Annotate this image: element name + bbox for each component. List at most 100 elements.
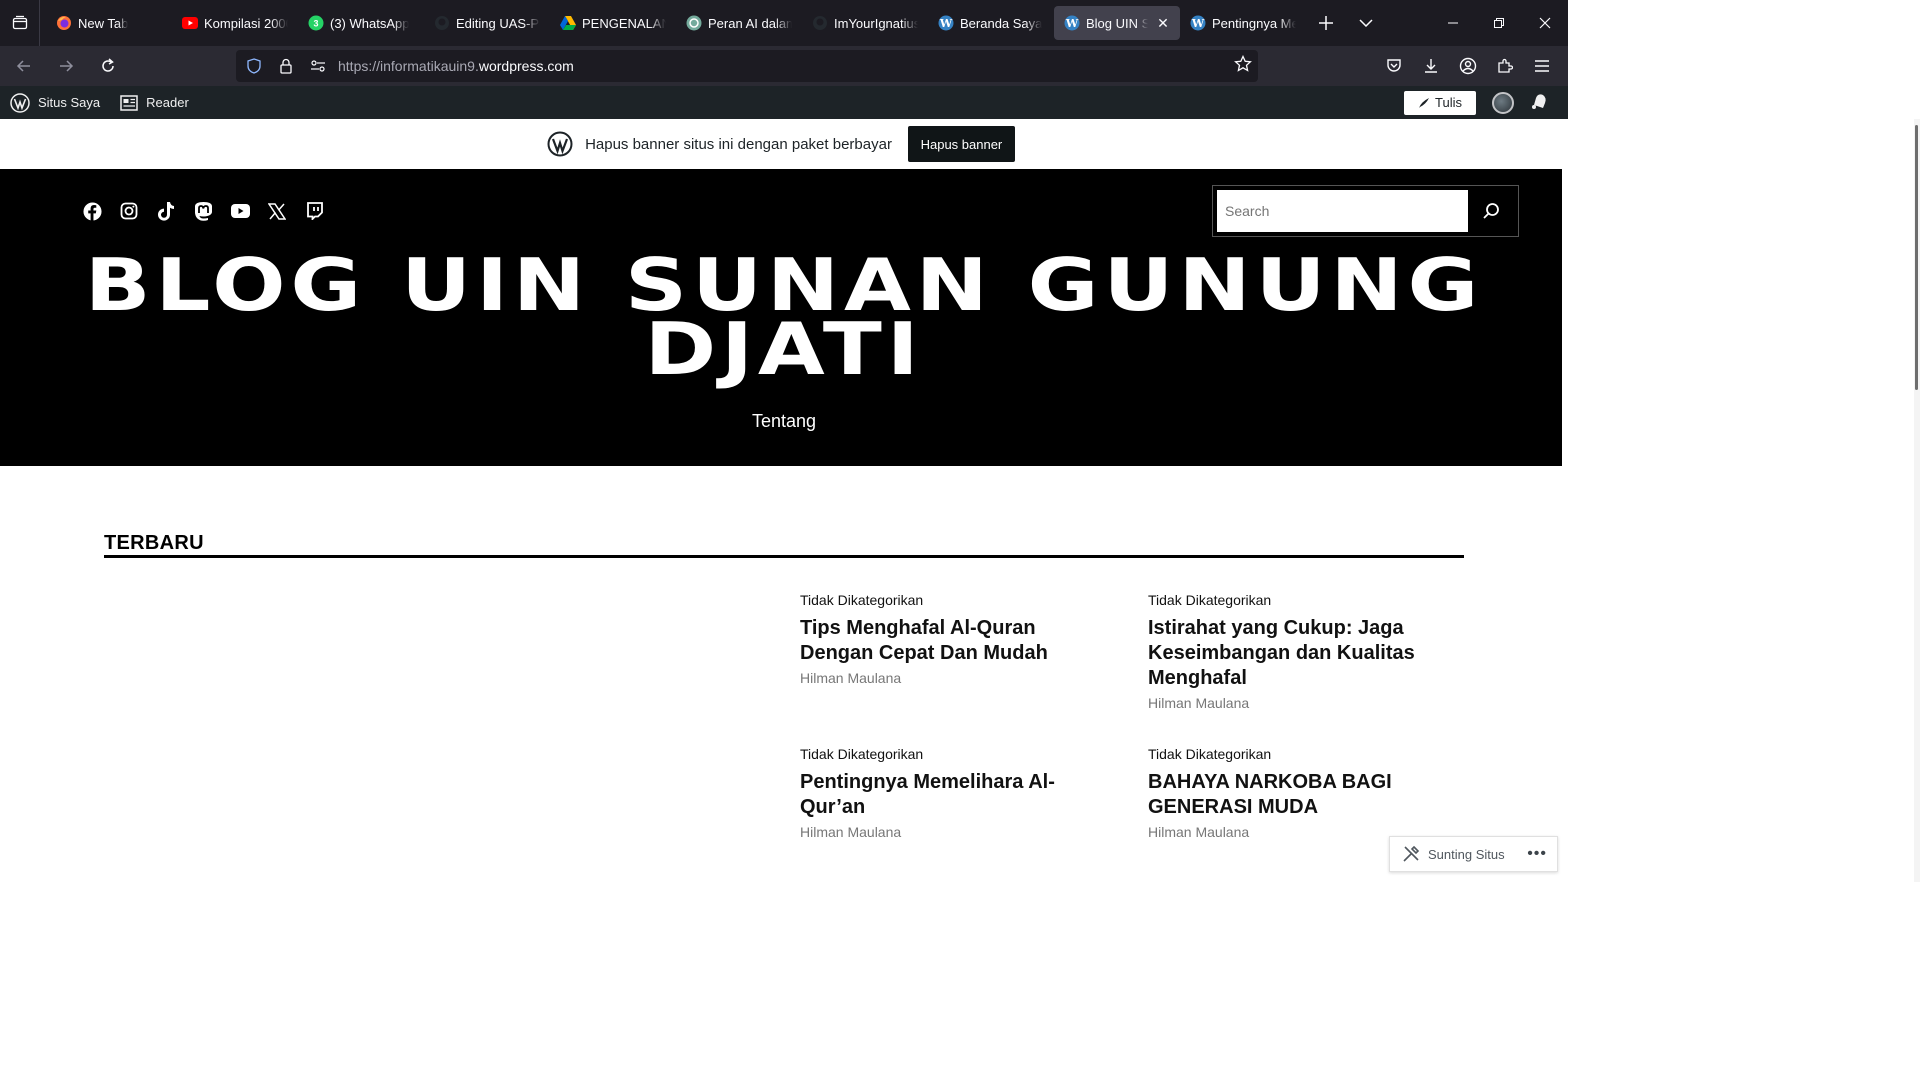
pocket-icon (1386, 59, 1401, 72)
hamburger-icon (1534, 60, 1549, 72)
account-button[interactable] (1449, 48, 1486, 84)
post-author[interactable]: Hilman Maulana (800, 670, 1100, 686)
search-form (1212, 185, 1519, 237)
post-author[interactable]: Hilman Maulana (800, 824, 1100, 840)
write-label: Tulis (1435, 95, 1462, 110)
tab-new-tab[interactable]: New Tab (46, 6, 172, 40)
arrow-left-icon (16, 60, 30, 72)
reader-link[interactable]: Reader (120, 94, 189, 111)
search-button[interactable] (1468, 190, 1514, 232)
site-title[interactable]: BLOG UIN SUNAN GUNUNG DJATI (0, 249, 1725, 385)
tab-github-editing[interactable]: Editing UAS-Pe (424, 6, 550, 40)
forward-button[interactable] (48, 48, 84, 84)
instagram-icon[interactable] (119, 201, 139, 221)
tabs-overflow-button[interactable] (1346, 0, 1386, 46)
wordpress-icon: W (938, 15, 954, 31)
tab-beranda-saya[interactable]: W Beranda Saya (928, 6, 1054, 40)
post-author[interactable]: Hilman Maulana (1148, 695, 1448, 711)
nav-link-about[interactable]: Tentang (0, 411, 1568, 432)
tab-youtube[interactable]: Kompilasi 2000 (172, 6, 298, 40)
address-bar[interactable]: https://informatikauin9.wordpress.com (236, 50, 1258, 82)
tab-label: Pentingnya Mer (1212, 15, 1296, 31)
svg-text:W: W (939, 17, 953, 30)
post-card: Tidak Dikategorikan Istirahat yang Cukup… (1148, 592, 1448, 711)
close-tab-icon[interactable]: ✕ (1154, 14, 1172, 32)
bookmark-star-icon[interactable] (1234, 54, 1252, 78)
tiktok-icon[interactable] (156, 201, 176, 221)
section-divider (104, 555, 1464, 558)
edit-site-button[interactable]: Sunting Situs ••• (1389, 836, 1558, 872)
scrollbar-thumb[interactable] (1915, 125, 1918, 390)
tab-label: Beranda Saya (960, 15, 1043, 31)
lock-icon[interactable] (272, 58, 300, 74)
post-category-link[interactable]: Tidak Dikategorikan (800, 592, 1100, 608)
github-icon (812, 15, 828, 31)
tab-label: ImYourIgnatius (834, 15, 918, 31)
post-title-link[interactable]: Pentingnya Memelihara Al-Qur’an (800, 770, 1090, 820)
post-title-link[interactable]: Istirahat yang Cukup: Jaga Keseimbangan … (1148, 616, 1438, 691)
site-header: BLOG UIN SUNAN GUNUNG DJATI Tentang (0, 169, 1562, 466)
browser-tab-strip: New Tab Kompilasi 2000 3 (3) WhatsApp Ed… (0, 0, 1568, 46)
post-category-link[interactable]: Tidak Dikategorikan (1148, 592, 1448, 608)
page-scrollbar[interactable] (1914, 119, 1920, 882)
x-icon[interactable] (267, 201, 287, 221)
minimize-button[interactable] (1430, 0, 1476, 46)
wordpress-admin-bar: Situs Saya Reader Tulis (0, 86, 1568, 119)
post-title-link[interactable]: BAHAYA NARKOBA BAGI GENERASI MUDA (1148, 770, 1408, 820)
search-input[interactable] (1217, 190, 1469, 232)
mastodon-icon[interactable] (193, 201, 213, 221)
more-options-icon[interactable]: ••• (1527, 845, 1547, 863)
my-site-label: Situs Saya (38, 95, 101, 110)
minimize-icon (1448, 22, 1458, 24)
post-card: Tidak Dikategorikan BAHAYA NARKOBA BAGI … (1148, 746, 1448, 840)
url-text: https://informatikauin9.wordpress.com (338, 58, 574, 74)
chatgpt-icon (686, 15, 702, 31)
tracking-protection-icon[interactable] (240, 58, 268, 74)
close-window-button[interactable] (1522, 0, 1568, 46)
reader-icon (120, 94, 138, 111)
plus-icon (1319, 16, 1333, 30)
downloads-button[interactable] (1412, 48, 1449, 84)
restore-icon (1494, 18, 1504, 28)
post-category-link[interactable]: Tidak Dikategorikan (1148, 746, 1448, 762)
app-menu-button[interactable] (1523, 48, 1560, 84)
tab-github-profile[interactable]: ImYourIgnatius (802, 6, 928, 40)
tab-pentingnya[interactable]: W Pentingnya Mer (1180, 6, 1306, 40)
tab-whatsapp[interactable]: 3 (3) WhatsApp (298, 6, 424, 40)
social-links (82, 201, 341, 221)
wordpress-icon: W (1064, 15, 1080, 31)
youtube-icon[interactable] (230, 201, 250, 221)
bell-icon (1532, 94, 1546, 109)
youtube-icon (182, 15, 198, 31)
list-all-tabs-button[interactable] (0, 0, 40, 46)
extensions-button[interactable] (1486, 48, 1523, 84)
permissions-icon[interactable] (304, 59, 332, 73)
tab-blog-uin-active[interactable]: W Blog UIN Sun ✕ (1054, 6, 1180, 40)
edit-site-label: Sunting Situs (1428, 846, 1505, 862)
wordpress-logo-icon (10, 92, 30, 113)
main-content: TERBARU Tidak Dikategorikan Tips Menghaf… (0, 466, 1562, 882)
google-drive-icon (560, 15, 576, 31)
facebook-icon[interactable] (82, 201, 102, 221)
post-category-link[interactable]: Tidak Dikategorikan (800, 746, 1100, 762)
remove-banner-button[interactable]: Hapus banner (907, 126, 1015, 162)
restore-button[interactable] (1476, 0, 1522, 46)
pocket-button[interactable] (1375, 48, 1412, 84)
section-heading: TERBARU (104, 532, 204, 554)
reload-button[interactable] (90, 48, 126, 84)
reader-label: Reader (146, 95, 189, 110)
chevron-down-icon (1359, 19, 1373, 27)
my-site-link[interactable]: Situs Saya (10, 92, 101, 113)
write-button[interactable]: Tulis (1404, 90, 1476, 115)
notifications-button[interactable] (1530, 92, 1550, 113)
twitch-icon[interactable] (304, 201, 324, 221)
tab-google-drive[interactable]: PENGENALAN (550, 6, 676, 40)
tab-label: (3) WhatsApp (330, 15, 410, 31)
account-icon (1459, 57, 1476, 75)
tab-chatgpt[interactable]: Peran AI dalam (676, 6, 802, 40)
back-button[interactable] (6, 48, 42, 84)
new-tab-button[interactable] (1306, 0, 1346, 46)
tab-label: PENGENALAN (582, 15, 666, 31)
post-title-link[interactable]: Tips Menghafal Al-Quran Dengan Cepat Dan… (800, 616, 1080, 666)
avatar[interactable] (1492, 91, 1514, 114)
